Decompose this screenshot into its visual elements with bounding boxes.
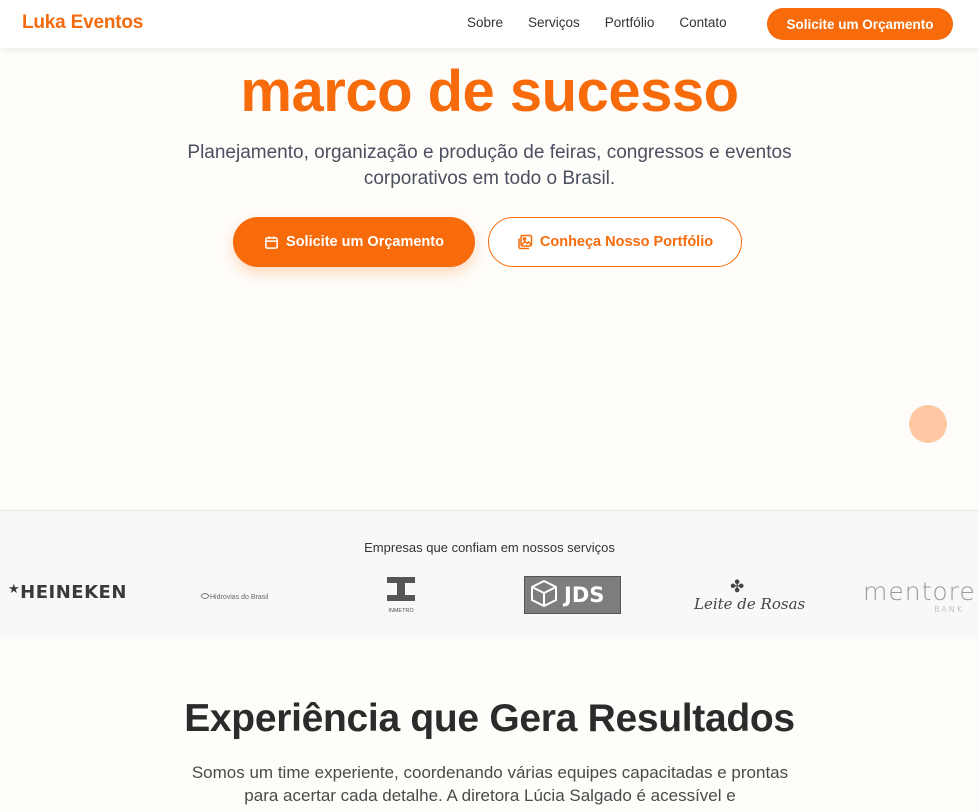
leite-de-rosas-flower-icon: ✤	[730, 577, 745, 597]
clients-title: Empresas que confiam em nossos serviços	[364, 540, 615, 555]
floating-action-circle[interactable]	[909, 405, 947, 443]
jds-cube-icon	[529, 578, 559, 613]
header-quote-button[interactable]: Solicite um Orçamento	[767, 8, 953, 40]
hero-quote-label: Solicite um Orçamento	[286, 234, 444, 250]
experience-title: Experiência que Gera Resultados	[184, 697, 795, 740]
hero-subtitle: Planejamento, organização e produção de …	[187, 142, 792, 189]
clients-section: Empresas que confiam em nossos serviços …	[0, 510, 979, 639]
hidrovias-logo: Hidrovias do Brasil	[200, 591, 268, 603]
jds-logo: JDS	[524, 576, 621, 614]
brand-logo[interactable]: Luka Eventos	[22, 12, 143, 34]
calendar-icon	[264, 235, 279, 250]
leite-de-rosas-logo: ✤ Leite de Rosas	[694, 577, 806, 613]
hidrovias-logo-text: Hidrovias do Brasil	[210, 593, 269, 601]
heineken-star-icon: ★	[8, 582, 21, 597]
hero-portfolio-label: Conheça Nosso Portfólio	[539, 234, 714, 250]
gallery-icon	[517, 234, 533, 250]
nav-link-portfolio[interactable]: Portfólio	[605, 15, 655, 30]
hidrovias-mark-icon	[200, 591, 210, 603]
mentore-logo-text: mentore	[863, 577, 976, 606]
leite-de-rosas-logo-text: Leite de Rosas	[694, 595, 806, 613]
hero-title: marco de sucesso	[240, 59, 739, 124]
inmetro-mark-icon	[387, 577, 415, 601]
nav-link-servicos[interactable]: Serviços	[528, 15, 580, 30]
mentore-logo-subtext: BANK	[934, 605, 964, 614]
heineken-logo: ★HEINEKEN	[8, 582, 127, 603]
jds-logo-text: JDS	[564, 583, 605, 607]
nav-link-contato[interactable]: Contato	[679, 15, 726, 30]
inmetro-logo: INMETRO	[386, 576, 416, 614]
mentore-logo: mentore BANK	[863, 577, 976, 614]
main-nav: Sobre Serviços Portfólio Contato	[467, 15, 752, 30]
hero-quote-button[interactable]: Solicite um Orçamento	[233, 217, 475, 267]
hero-portfolio-button[interactable]: Conheça Nosso Portfólio	[488, 217, 742, 267]
nav-link-sobre[interactable]: Sobre	[467, 15, 503, 30]
heineken-logo-text: HEINEKEN	[20, 582, 127, 603]
inmetro-logo-text: INMETRO	[388, 608, 414, 614]
site-header: Luka Eventos Sobre Serviços Portfólio Co…	[0, 0, 979, 48]
experience-text: Somos um time experiente, coordenando vá…	[191, 763, 789, 805]
